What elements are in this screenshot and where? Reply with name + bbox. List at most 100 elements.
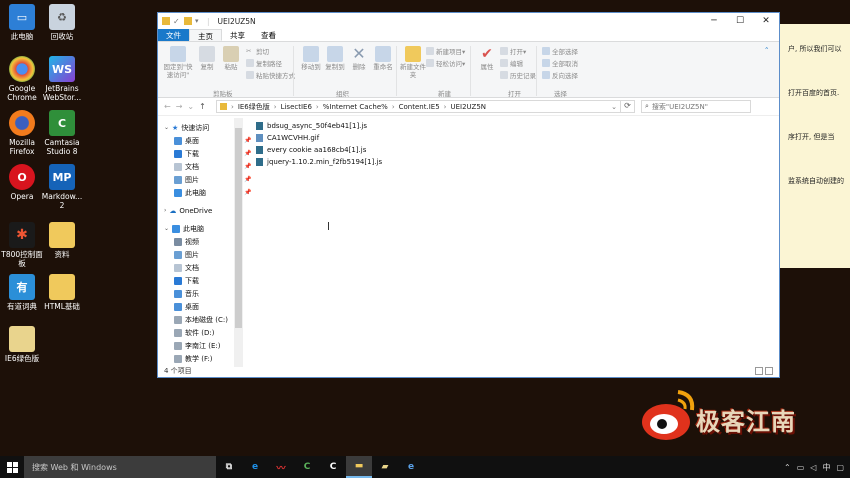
select-none-button[interactable]: 全部取消 xyxy=(542,58,578,68)
up-arrow-icon[interactable]: ↑ xyxy=(199,102,206,111)
nav-item-pc-documents[interactable]: 文档 xyxy=(174,262,199,273)
nav-item-music[interactable]: 音乐 xyxy=(174,288,199,299)
tab-view[interactable]: 查看 xyxy=(253,29,284,41)
maximize-button[interactable]: ☐ xyxy=(727,16,753,26)
back-arrow-icon[interactable]: ← xyxy=(164,102,171,111)
taskbar-search-box[interactable]: 搜索 Web 和 Windows xyxy=(24,456,216,478)
nav-item-pc-downloads[interactable]: 下载 xyxy=(174,275,199,286)
desktop-icon-webstorm[interactable]: WS JetBrains WebStor... xyxy=(40,56,84,102)
breadcrumb-segment[interactable]: Content.IE5 xyxy=(399,103,440,111)
nav-item-drive-d[interactable]: 软件 (D:) xyxy=(174,327,214,338)
cut-button[interactable]: ✂ 剪切 xyxy=(246,46,269,56)
nav-item-drive-c[interactable]: 本地磁盘 (C:) xyxy=(174,314,228,325)
network-icon[interactable]: ▭ xyxy=(797,463,805,472)
new-item-button[interactable]: 新建项目▾ xyxy=(426,46,465,56)
open-button[interactable]: 打开▾ xyxy=(500,46,526,56)
camtasia-recorder-icon[interactable]: C xyxy=(320,456,346,478)
desktop-icon-recycle-bin[interactable]: ♻ 回收站 xyxy=(40,4,84,41)
check-icon[interactable]: ✓ xyxy=(173,17,181,26)
new-folder-button[interactable]: 新建文件夹 xyxy=(400,46,426,79)
app-icon[interactable]: 〰 xyxy=(268,456,294,478)
breadcrumb-segment[interactable]: %Internet Cache% xyxy=(323,103,388,111)
ribbon-collapse-button[interactable]: ⌃ xyxy=(764,46,769,54)
scroll-thumb[interactable] xyxy=(235,128,242,328)
tab-file[interactable]: 文件 xyxy=(158,29,189,41)
nav-item-downloads[interactable]: 下载 📌 xyxy=(174,148,251,159)
desktop-icon-t800[interactable]: ✱ T800控制面板 xyxy=(0,222,44,268)
nav-item-desktop[interactable]: 桌面 📌 xyxy=(174,135,251,146)
title-bar[interactable]: ✓ ▾ | UEI2UZ5N ─ ☐ ✕ xyxy=(158,13,779,29)
edge-icon[interactable]: e xyxy=(242,456,268,478)
minimize-button[interactable]: ─ xyxy=(701,16,727,26)
task-view-icon[interactable]: ⧉ xyxy=(216,456,242,478)
delete-button[interactable]: ✕ 删除 xyxy=(346,46,372,72)
breadcrumb-segment[interactable]: UEI2UZ5N xyxy=(450,103,486,111)
copy-button[interactable]: 复制 xyxy=(194,46,220,71)
search-input[interactable]: ⌕ 搜索"UEI2UZ5N" xyxy=(641,100,751,113)
ime-indicator[interactable]: 中 xyxy=(822,462,830,473)
start-button[interactable] xyxy=(0,456,24,478)
copy-path-button[interactable]: 复制路径 xyxy=(246,58,282,68)
paste-shortcut-button[interactable]: 粘贴快捷方式 xyxy=(246,70,295,80)
dropdown-icon[interactable]: ▾ xyxy=(195,17,203,25)
nav-scrollbar[interactable] xyxy=(234,118,243,367)
nav-item-videos[interactable]: 视频 xyxy=(174,236,199,247)
file-row[interactable]: every cookie aa168cb4[1].js xyxy=(256,144,382,156)
select-all-button[interactable]: 全部选择 xyxy=(542,46,578,56)
breadcrumb-segment[interactable]: IE6绿色版 xyxy=(238,102,270,112)
desktop-icon-firefox[interactable]: Mozilla Firefox xyxy=(0,110,44,156)
nav-item-pc-pictures[interactable]: 图片 xyxy=(174,249,199,260)
nav-item-drive-f[interactable]: 教学 (F:) xyxy=(174,353,213,364)
nav-item-pc-desktop[interactable]: 桌面 xyxy=(174,301,199,312)
desktop-icon-this-pc[interactable]: ▭ 此电脑 xyxy=(0,4,44,41)
volume-icon[interactable]: ◁ xyxy=(810,463,816,472)
pin-quick-access-button[interactable]: 固定到"快速访问" xyxy=(162,46,194,79)
history-button[interactable]: 历史记录 xyxy=(500,70,536,80)
forward-arrow-icon[interactable]: → xyxy=(176,102,183,111)
nav-item-drive-e[interactable]: 李南江 (E:) xyxy=(174,340,220,351)
nav-item-documents[interactable]: 文档 📌 xyxy=(174,161,251,172)
desktop-icon-opera[interactable]: O Opera xyxy=(0,164,44,201)
folder-icon[interactable]: ▰ xyxy=(372,456,398,478)
file-explorer-icon[interactable]: ▬ xyxy=(346,456,372,478)
breadcrumb-segment[interactable]: LisectIE6 xyxy=(281,103,312,111)
nav-item-pictures[interactable]: 图片 📌 xyxy=(174,174,251,185)
address-field[interactable]: › IE6绿色版 › LisectIE6 › %Internet Cache% … xyxy=(216,100,621,113)
tab-share[interactable]: 共享 xyxy=(222,29,253,41)
invert-selection-label: 反向选择 xyxy=(552,72,578,80)
file-row[interactable]: CA1WCVHH.gif xyxy=(256,132,382,144)
nav-item-this-pc-quick[interactable]: 此电脑 📌 xyxy=(174,187,251,198)
details-view-icon[interactable] xyxy=(755,367,763,375)
rename-button[interactable]: 重命名 xyxy=(370,46,396,71)
desktop-icon-html-basics[interactable]: HTML基础 xyxy=(40,274,84,311)
close-button[interactable]: ✕ xyxy=(753,16,779,26)
nav-quick-access[interactable]: ⌄ ★ 快速访问 xyxy=(164,122,209,133)
new-folder-icon[interactable] xyxy=(184,17,192,25)
recent-dropdown-icon[interactable]: ⌄ xyxy=(187,102,194,111)
chevron-up-icon[interactable]: ⌃ xyxy=(784,463,791,472)
address-dropdown-icon[interactable]: ⌄ xyxy=(611,103,620,111)
desktop-icon-chrome[interactable]: Google Chrome xyxy=(0,56,44,102)
notification-icon[interactable]: ▢ xyxy=(836,463,844,472)
file-row[interactable]: bdsug_async_50f4eb41[1].js xyxy=(256,120,382,132)
camtasia-icon[interactable]: C xyxy=(294,456,320,478)
properties-button[interactable]: ✔ 属性 xyxy=(474,46,500,71)
desktop-icon-resources[interactable]: 资料 xyxy=(40,222,84,259)
nav-onedrive[interactable]: › ☁ OneDrive xyxy=(164,205,212,216)
desktop-icon-ie6[interactable]: IE6绿色版 xyxy=(0,326,44,363)
paste-button[interactable]: 粘贴 xyxy=(218,46,244,71)
easy-access-button[interactable]: 轻松访问▾ xyxy=(426,58,465,68)
tab-home[interactable]: 主页 xyxy=(189,29,222,41)
copy-to-button[interactable]: 复制到 xyxy=(322,46,348,71)
ie-icon[interactable]: e xyxy=(398,456,424,478)
desktop-icon-youdao[interactable]: 有 有道词典 xyxy=(0,274,44,311)
desktop-icon-markdown[interactable]: MP Markdow... 2 xyxy=(40,164,84,210)
refresh-button[interactable]: ⟳ xyxy=(621,100,635,113)
nav-this-pc[interactable]: ⌄ 此电脑 xyxy=(164,223,204,234)
invert-selection-button[interactable]: 反向选择 xyxy=(542,70,578,80)
edit-button[interactable]: 编辑 xyxy=(500,58,523,68)
move-to-button[interactable]: 移动到 xyxy=(298,46,324,71)
file-row[interactable]: jquery-1.10.2.min_f2fb5194[1].js xyxy=(256,156,382,168)
large-icons-view-icon[interactable] xyxy=(765,367,773,375)
desktop-icon-camtasia[interactable]: C Camtasia Studio 8 xyxy=(40,110,84,156)
